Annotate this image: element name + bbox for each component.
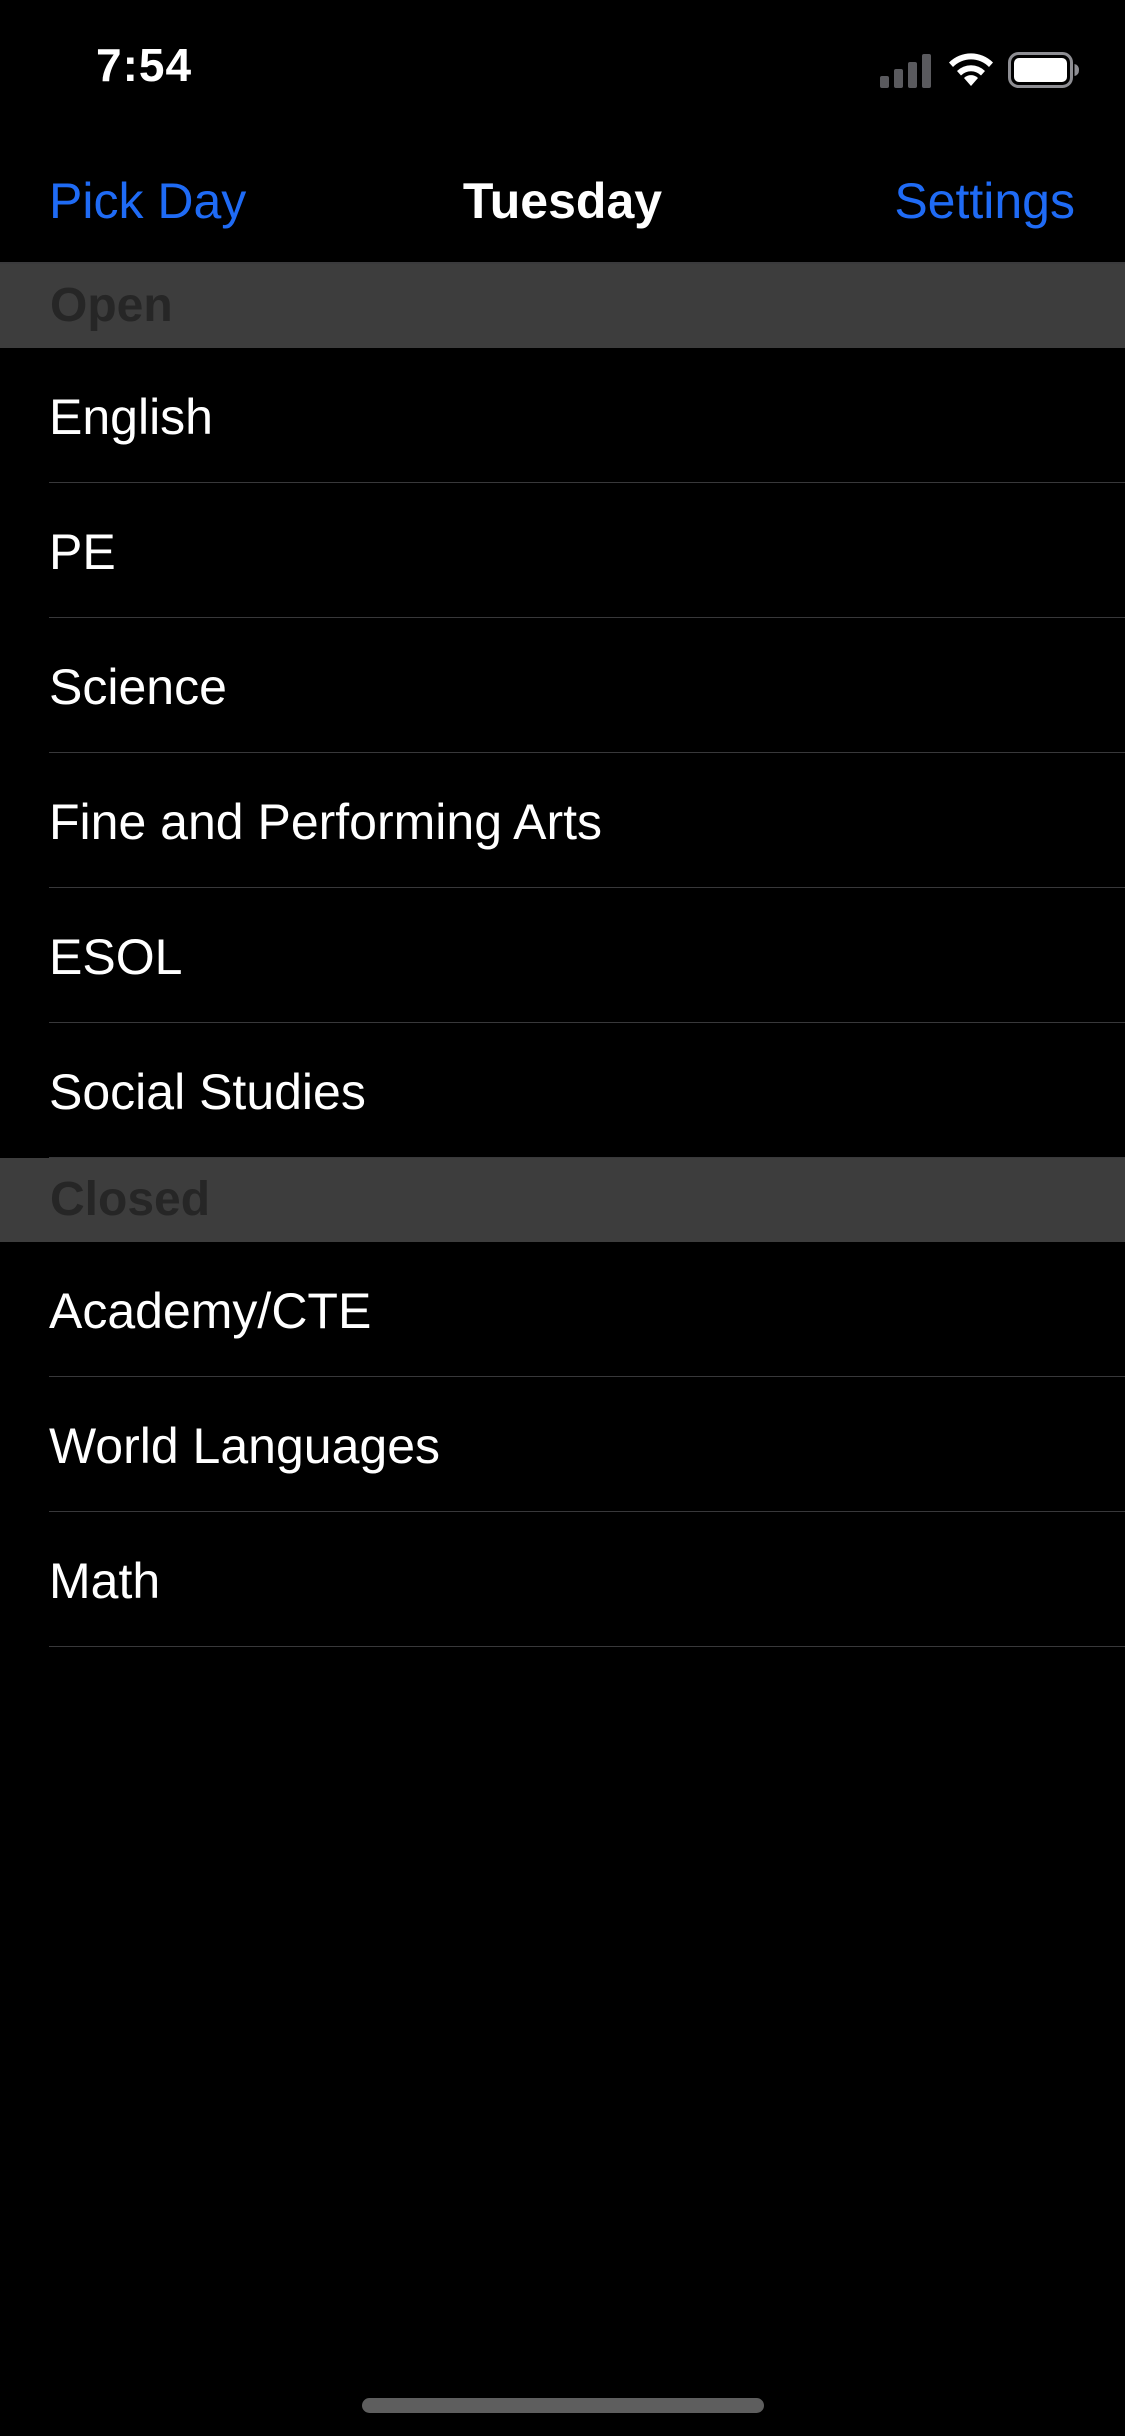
list-item-label: Math <box>49 1553 161 1609</box>
list-item-label: PE <box>49 524 116 580</box>
list-item-label: Fine and Performing Arts <box>49 794 603 850</box>
closed-list: Academy/CTE World Languages Math <box>0 1242 1125 1647</box>
list-item-pe[interactable]: PE <box>0 483 1125 618</box>
wifi-icon <box>949 53 993 86</box>
cellular-signal-icon <box>880 52 932 88</box>
list-item-academy-cte[interactable]: Academy/CTE <box>0 1242 1125 1377</box>
list-item-esol[interactable]: ESOL <box>0 888 1125 1023</box>
status-time: 7:54 <box>96 39 193 91</box>
list-item-label: Academy/CTE <box>49 1283 372 1339</box>
list-item-label: Social Studies <box>49 1064 366 1120</box>
settings-button[interactable]: Settings <box>894 172 1075 230</box>
list-item-world-languages[interactable]: World Languages <box>0 1377 1125 1512</box>
navigation-bar: Pick Day Tuesday Settings <box>0 132 1125 264</box>
list-item-math[interactable]: Math <box>0 1512 1125 1647</box>
list-item-social-studies[interactable]: Social Studies <box>0 1023 1125 1158</box>
home-indicator[interactable] <box>362 2398 764 2413</box>
list-item-label: ESOL <box>49 929 183 985</box>
section-header-label: Closed <box>50 1173 211 1226</box>
list-item-label: World Languages <box>49 1418 441 1474</box>
battery-icon <box>1008 52 1079 88</box>
list-item-science[interactable]: Science <box>0 618 1125 753</box>
section-header-label: Open <box>50 279 173 332</box>
list-item-fine-and-performing-arts[interactable]: Fine and Performing Arts <box>0 753 1125 888</box>
list-item-label: Science <box>49 659 227 715</box>
list-item-english[interactable]: English <box>0 348 1125 483</box>
section-header-closed: Closed <box>0 1158 1125 1242</box>
section-header-open: Open <box>0 264 1125 348</box>
open-list: English PE Science Fine and Performing A… <box>0 348 1125 1158</box>
status-bar: 7:54 <box>0 0 1125 132</box>
list-item-label: English <box>49 389 213 445</box>
